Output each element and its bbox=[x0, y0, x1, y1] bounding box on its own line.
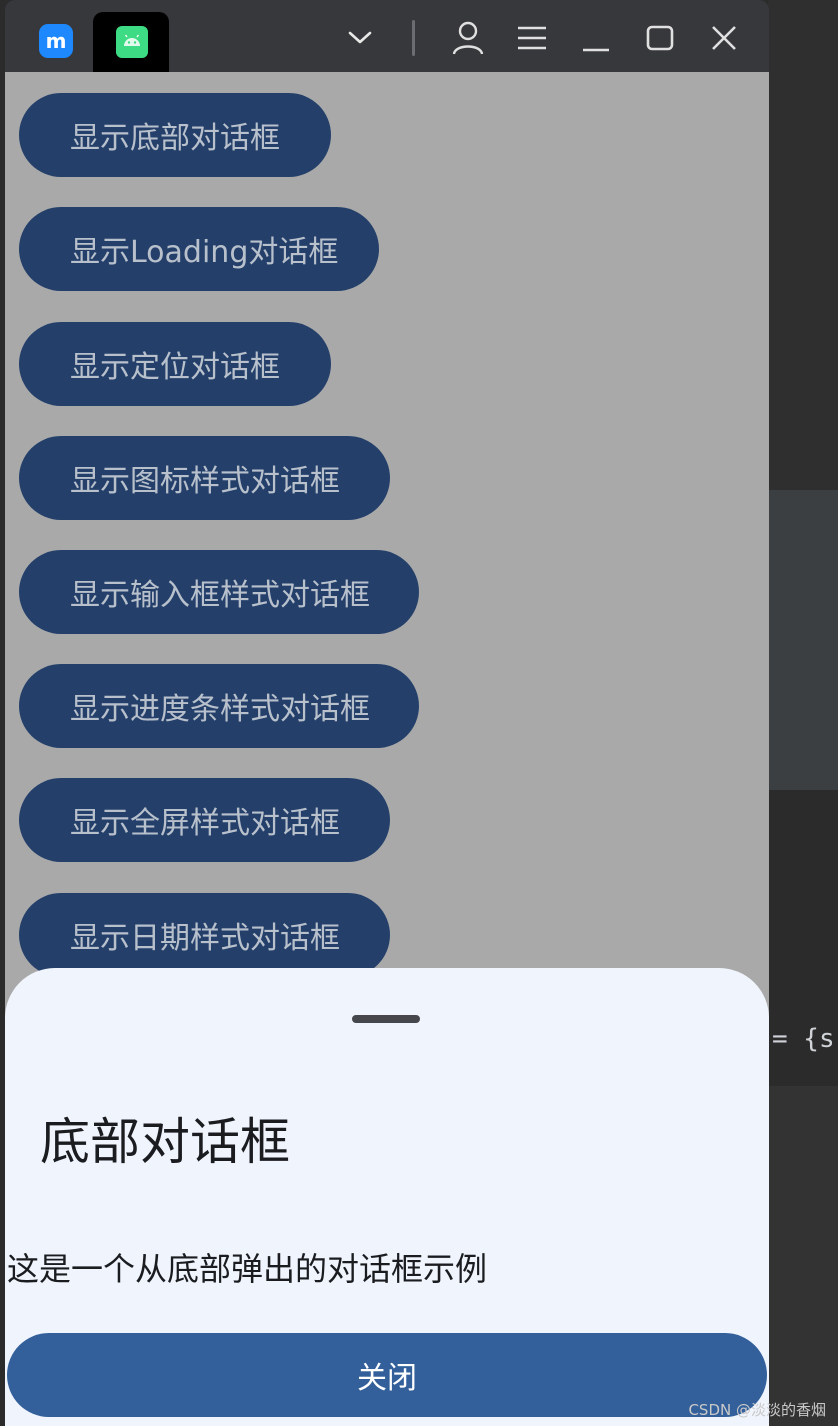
show-location-dialog-button[interactable]: 显示定位对话框 bbox=[19, 322, 331, 406]
android-icon bbox=[116, 26, 148, 58]
emulator-window: m 显示底部对话框 显示Loading对话框 显示定位对话框 显示图标样式对话框… bbox=[5, 0, 769, 1426]
dialog-title: 底部对话框 bbox=[40, 1113, 290, 1171]
watermark: CSDN @淡淡的香烟 bbox=[688, 1401, 826, 1419]
menu-icon[interactable] bbox=[512, 18, 552, 58]
show-loading-dialog-button[interactable]: 显示Loading对话框 bbox=[19, 207, 379, 291]
app-logo[interactable]: m bbox=[39, 24, 73, 58]
ide-panel-middle bbox=[768, 490, 838, 790]
chevron-down-icon[interactable] bbox=[340, 18, 380, 58]
android-device-tab[interactable] bbox=[93, 12, 169, 72]
ide-panel-top bbox=[768, 0, 838, 490]
divider bbox=[412, 20, 415, 56]
account-icon[interactable] bbox=[448, 18, 488, 58]
drag-handle[interactable] bbox=[352, 1015, 420, 1023]
minimize-icon[interactable] bbox=[576, 18, 616, 58]
show-date-dialog-button[interactable]: 显示日期样式对话框 bbox=[19, 893, 390, 977]
dialog-message: 这是一个从底部弹出的对话框示例 bbox=[7, 1250, 488, 1288]
close-button[interactable]: 关闭 bbox=[7, 1333, 767, 1417]
show-input-dialog-button[interactable]: 显示输入框样式对话框 bbox=[19, 550, 419, 634]
title-bar: m bbox=[5, 0, 769, 72]
ide-panel-lower bbox=[768, 1086, 838, 1426]
ide-code-fragment: = {s bbox=[772, 1024, 835, 1054]
show-icon-dialog-button[interactable]: 显示图标样式对话框 bbox=[19, 436, 390, 520]
bottom-sheet-dialog: 底部对话框 这是一个从底部弹出的对话框示例 关闭 bbox=[5, 968, 769, 1426]
close-icon[interactable] bbox=[704, 18, 744, 58]
show-fullscreen-dialog-button[interactable]: 显示全屏样式对话框 bbox=[19, 778, 390, 862]
show-bottom-dialog-button[interactable]: 显示底部对话框 bbox=[19, 93, 331, 177]
show-progress-dialog-button[interactable]: 显示进度条样式对话框 bbox=[19, 664, 419, 748]
maximize-icon[interactable] bbox=[640, 18, 680, 58]
